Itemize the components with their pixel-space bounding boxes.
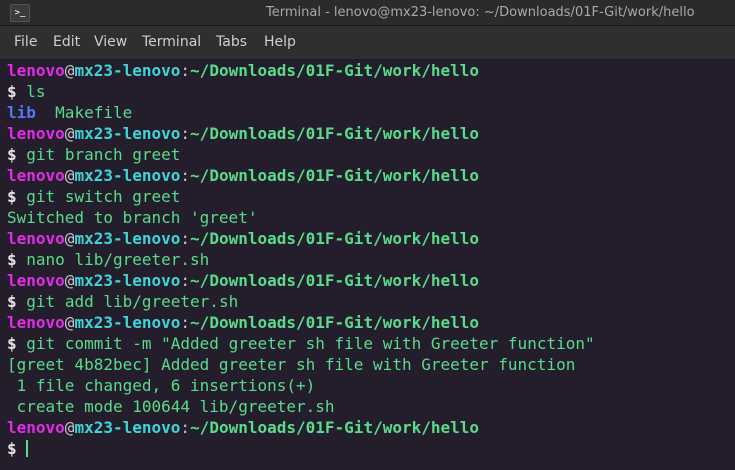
- command-text: git commit -m "Added greeter sh file wit…: [26, 334, 595, 353]
- prompt-line: lenovo@mx23-lenovo:~/Downloads/01F-Git/w…: [7, 312, 479, 333]
- command-text: git switch greet: [26, 187, 181, 206]
- prompt-user: lenovo: [7, 124, 65, 143]
- prompt-path: ~/Downloads/01F-Git/work/hello: [190, 124, 480, 143]
- prompt-host: mx23-lenovo: [74, 418, 181, 437]
- prompt-user: lenovo: [7, 229, 65, 248]
- terminal-icon[interactable]: >_: [10, 4, 30, 22]
- prompt-path: ~/Downloads/01F-Git/work/hello: [190, 313, 480, 332]
- prompt-line: lenovo@mx23-lenovo:~/Downloads/01F-Git/w…: [7, 270, 479, 291]
- prompt-user: lenovo: [7, 166, 65, 185]
- command-line: $ git switch greet: [7, 186, 180, 207]
- prompt-dollar: $: [7, 82, 17, 101]
- command-line: $ ls: [7, 81, 46, 102]
- ls-file: Makefile: [55, 103, 133, 122]
- menu-bar: File Edit View Terminal Tabs Help: [0, 26, 735, 60]
- output-line: 1 file changed, 6 insertions(+): [7, 376, 316, 395]
- prompt-user: lenovo: [7, 418, 65, 437]
- prompt-host: mx23-lenovo: [74, 271, 181, 290]
- prompt-at: @: [64, 313, 75, 332]
- output-line: [greet 4b82bec] Added greeter sh file wi…: [7, 355, 576, 374]
- prompt-user: lenovo: [7, 313, 65, 332]
- prompt-colon: :: [180, 313, 191, 332]
- prompt-colon: :: [180, 124, 191, 143]
- command-line[interactable]: $: [7, 438, 29, 459]
- prompt-dollar: $: [7, 334, 17, 353]
- prompt-host: mx23-lenovo: [74, 313, 181, 332]
- prompt-dollar: $: [7, 187, 17, 206]
- command-line: $ git branch greet: [7, 144, 180, 165]
- prompt-at: @: [64, 61, 75, 80]
- command-text: git add lib/greeter.sh: [26, 292, 239, 311]
- prompt-at: @: [64, 418, 75, 437]
- prompt-host: mx23-lenovo: [74, 61, 181, 80]
- prompt-dollar: $: [7, 145, 17, 164]
- output-line: Switched to branch 'greet': [7, 208, 258, 227]
- menu-help[interactable]: Help: [264, 26, 296, 59]
- prompt-at: @: [64, 229, 75, 248]
- prompt-at: @: [64, 271, 75, 290]
- prompt-path: ~/Downloads/01F-Git/work/hello: [190, 418, 480, 437]
- prompt-path: ~/Downloads/01F-Git/work/hello: [190, 271, 480, 290]
- prompt-line: lenovo@mx23-lenovo:~/Downloads/01F-Git/w…: [7, 123, 479, 144]
- command-text: git branch greet: [26, 145, 181, 164]
- prompt-user: lenovo: [7, 271, 65, 290]
- menu-view[interactable]: View: [94, 26, 127, 59]
- terminal-window: >_ Terminal - lenovo@mx23-lenovo: ~/Down…: [0, 0, 735, 470]
- output-line: create mode 100644 lib/greeter.sh: [7, 397, 335, 416]
- output-line: lib Makefile: [7, 102, 132, 123]
- command-line: $ git add lib/greeter.sh: [7, 291, 238, 312]
- prompt-line: lenovo@mx23-lenovo:~/Downloads/01F-Git/w…: [7, 417, 479, 438]
- ls-directory: lib: [7, 103, 36, 122]
- prompt-host: mx23-lenovo: [74, 166, 181, 185]
- prompt-line: lenovo@mx23-lenovo:~/Downloads/01F-Git/w…: [7, 228, 479, 249]
- menu-terminal[interactable]: Terminal: [142, 26, 201, 59]
- menu-tabs[interactable]: Tabs: [216, 26, 247, 59]
- prompt-user: lenovo: [7, 61, 65, 80]
- prompt-dollar: $: [7, 439, 17, 458]
- prompt-colon: :: [180, 61, 191, 80]
- command-text: ls: [26, 82, 46, 101]
- prompt-host: mx23-lenovo: [74, 124, 181, 143]
- prompt-at: @: [64, 166, 75, 185]
- prompt-path: ~/Downloads/01F-Git/work/hello: [190, 166, 480, 185]
- prompt-colon: :: [180, 166, 191, 185]
- text-cursor: [26, 440, 29, 457]
- prompt-colon: :: [180, 418, 191, 437]
- window-title: Terminal - lenovo@mx23-lenovo: ~/Downloa…: [266, 5, 695, 20]
- menu-edit[interactable]: Edit: [53, 26, 80, 59]
- command-text: nano lib/greeter.sh: [26, 250, 210, 269]
- prompt-line: lenovo@mx23-lenovo:~/Downloads/01F-Git/w…: [7, 165, 479, 186]
- prompt-dollar: $: [7, 250, 17, 269]
- prompt-colon: :: [180, 271, 191, 290]
- command-line: $ git commit -m "Added greeter sh file w…: [7, 333, 595, 354]
- command-line: $ nano lib/greeter.sh: [7, 249, 209, 270]
- menu-file[interactable]: File: [14, 26, 37, 59]
- prompt-path: ~/Downloads/01F-Git/work/hello: [190, 229, 480, 248]
- terminal-output[interactable]: lenovo@mx23-lenovo:~/Downloads/01F-Git/w…: [0, 60, 735, 470]
- prompt-path: ~/Downloads/01F-Git/work/hello: [190, 61, 480, 80]
- prompt-colon: :: [180, 229, 191, 248]
- prompt-host: mx23-lenovo: [74, 229, 181, 248]
- prompt-at: @: [64, 124, 75, 143]
- prompt-line: lenovo@mx23-lenovo:~/Downloads/01F-Git/w…: [7, 60, 479, 81]
- prompt-dollar: $: [7, 292, 17, 311]
- title-bar: >_ Terminal - lenovo@mx23-lenovo: ~/Down…: [0, 0, 735, 26]
